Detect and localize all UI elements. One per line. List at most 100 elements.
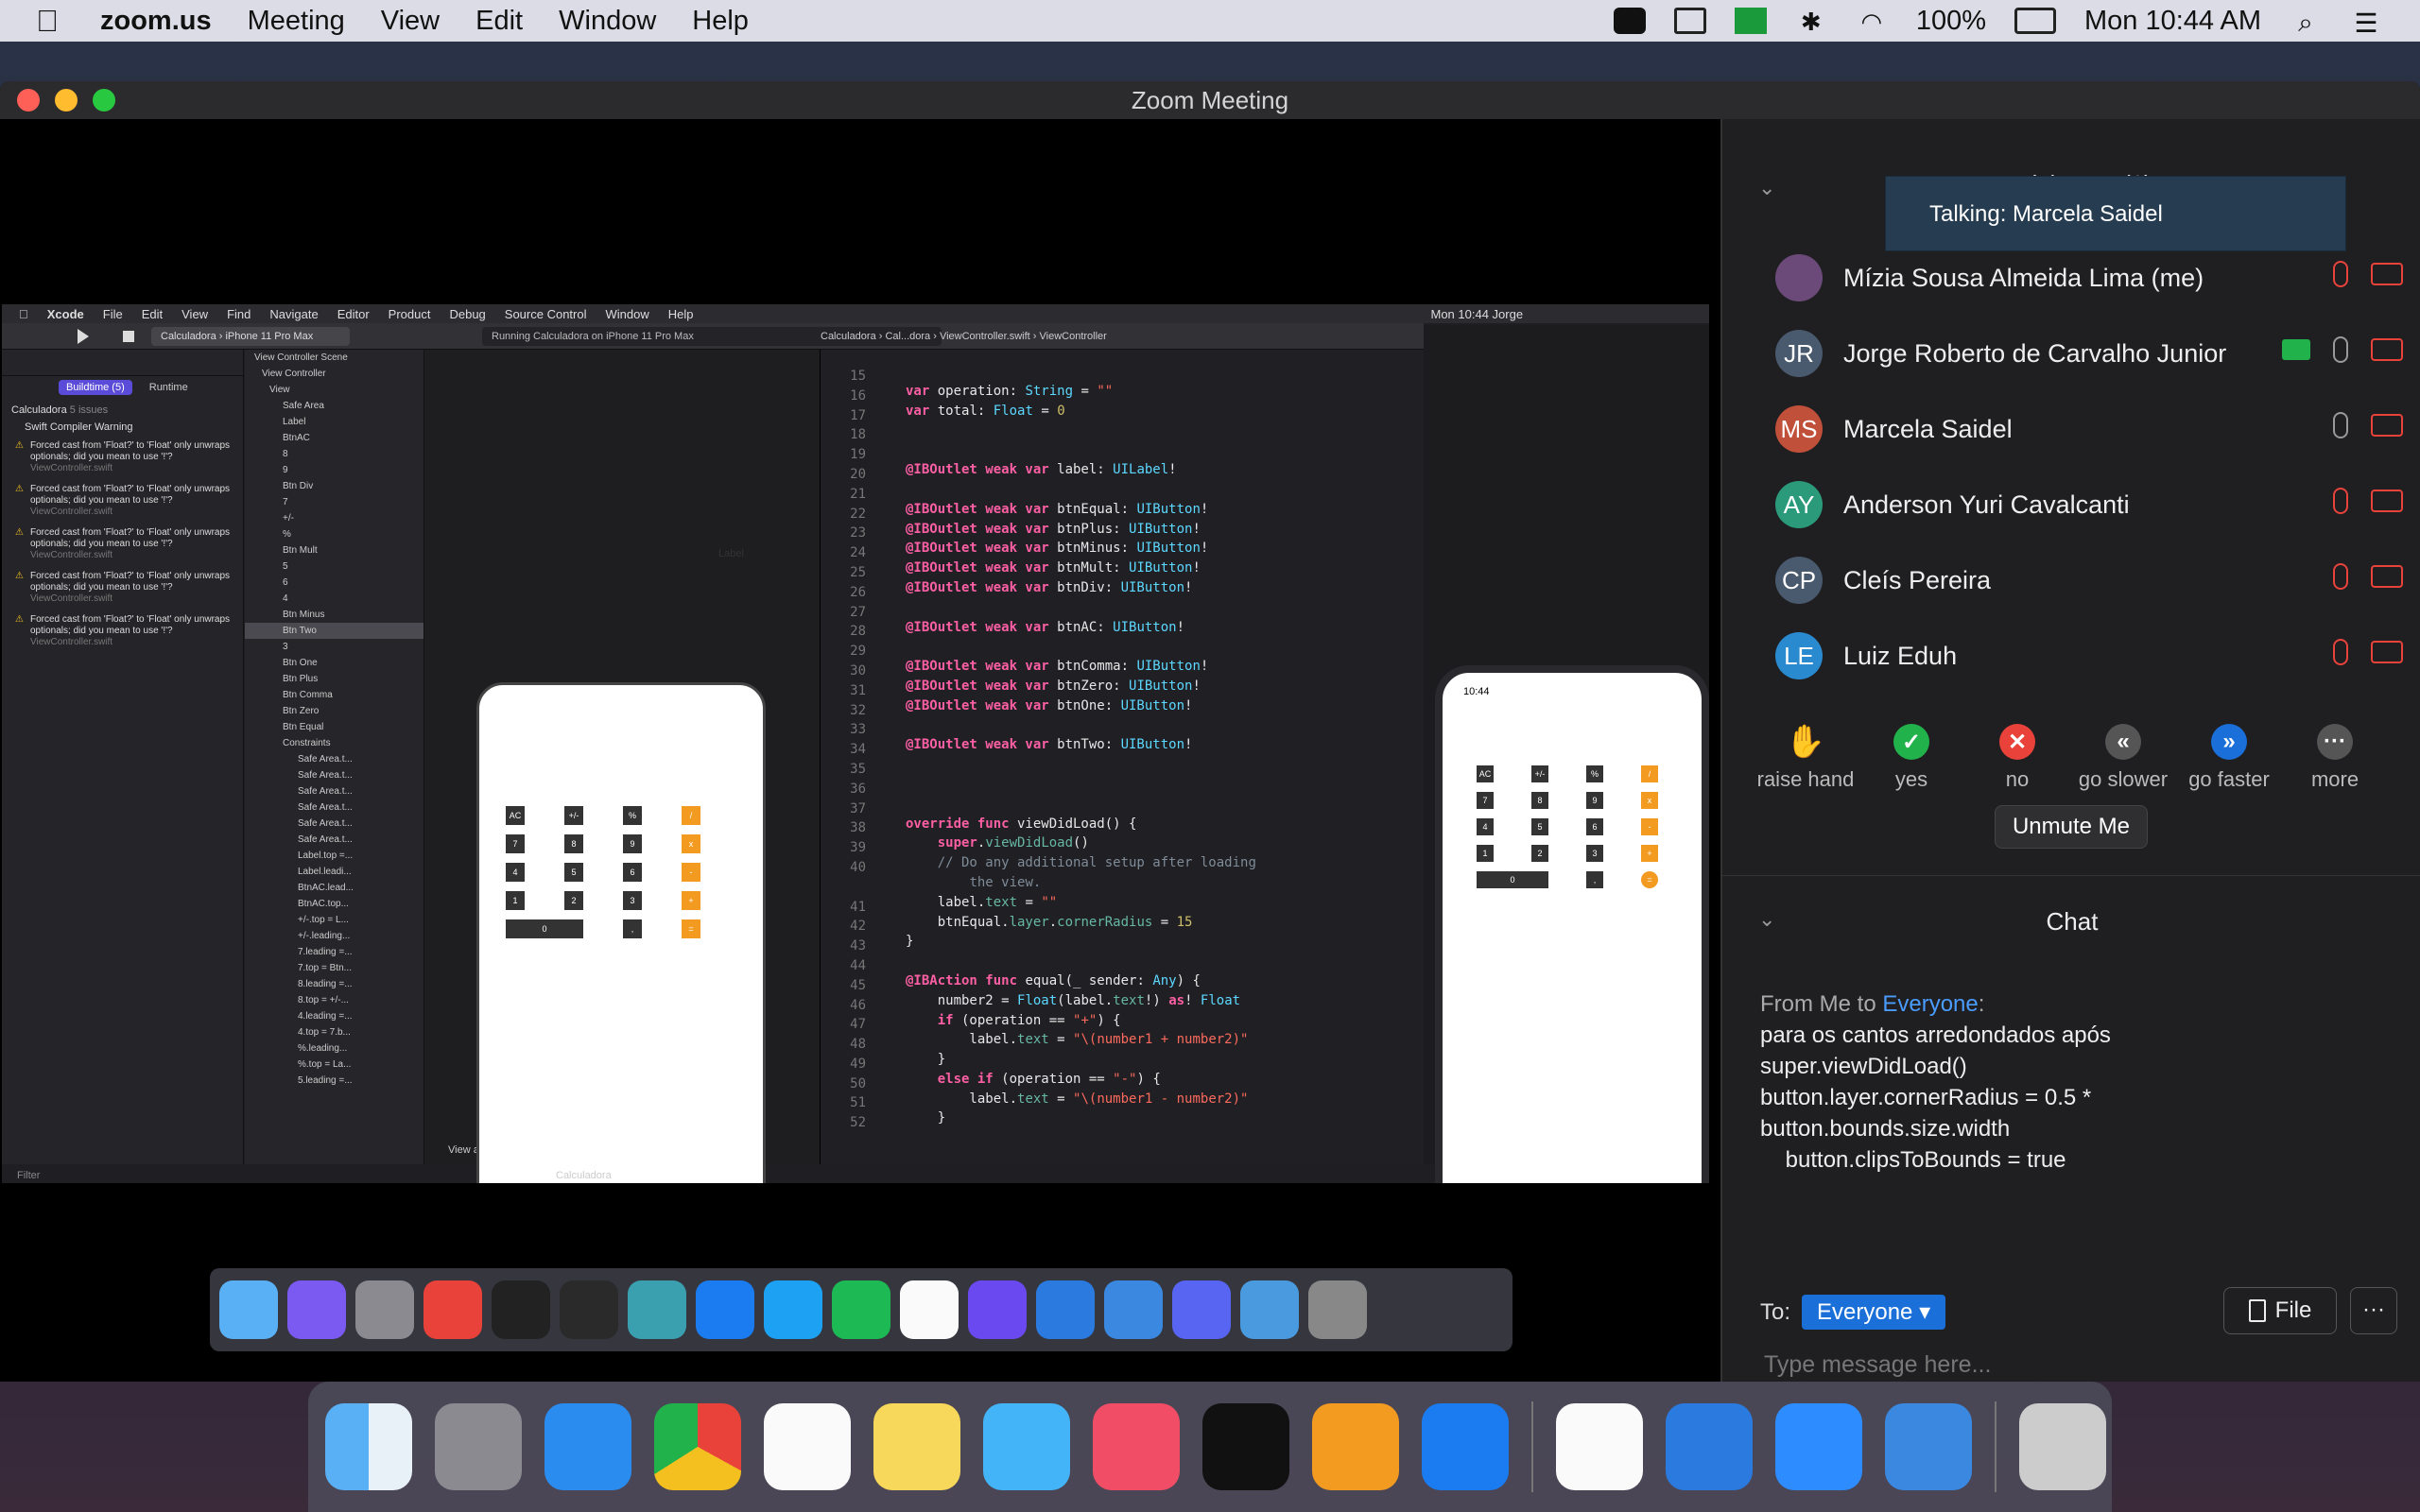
xcode-icon[interactable] xyxy=(1666,1403,1753,1490)
microphone-icon[interactable] xyxy=(2333,412,2348,438)
shared-dock-app-icon xyxy=(1240,1280,1299,1339)
input-source-flag-icon[interactable] xyxy=(1734,8,1767,34)
bluetooth-icon[interactable]: ✱ xyxy=(1795,8,1827,36)
slack-icon[interactable] xyxy=(1556,1403,1643,1490)
video-off-icon[interactable] xyxy=(2371,641,2403,663)
video-off-icon[interactable] xyxy=(2371,338,2403,361)
participant-row[interactable]: LE Luiz Eduh xyxy=(1722,618,2420,694)
calculator-button: + xyxy=(1641,845,1658,862)
xcode-scheme-selector: Calculadora › iPhone 11 Pro Max xyxy=(151,327,350,346)
menu-meeting[interactable]: Meeting xyxy=(248,6,345,37)
zoom-icon[interactable] xyxy=(1775,1403,1862,1490)
line-number: 38 xyxy=(850,820,866,836)
muted-microphone-icon[interactable] xyxy=(2333,639,2348,665)
app-store-icon[interactable] xyxy=(1422,1403,1509,1490)
close-window-button[interactable] xyxy=(17,89,40,112)
calculator-button: 5 xyxy=(1531,818,1548,835)
runtime-tab: Runtime xyxy=(148,382,188,393)
wifi-icon[interactable]: ◠ xyxy=(1856,8,1888,36)
apple-icon[interactable]:  xyxy=(36,4,74,39)
line-number: 52 xyxy=(850,1115,866,1131)
menu-app-name[interactable]: zoom.us xyxy=(100,6,212,37)
books-icon[interactable] xyxy=(1312,1403,1399,1490)
participant-name: Cleís Pereira xyxy=(1843,565,1992,594)
video-off-icon[interactable] xyxy=(2371,263,2403,285)
simulator-icon[interactable] xyxy=(1885,1403,1972,1490)
muted-microphone-icon[interactable] xyxy=(2333,488,2348,514)
more-reactions-button[interactable]: ··· more xyxy=(2278,724,2392,792)
participant-row[interactable]: MS Marcela Saidel xyxy=(1722,391,2420,467)
calculator-button: = xyxy=(682,919,700,938)
chrome-icon[interactable] xyxy=(654,1403,741,1490)
outline-item: Label xyxy=(283,417,306,427)
shared-dock-app-icon xyxy=(900,1280,959,1339)
chat-more-button[interactable]: ··· xyxy=(2350,1287,2397,1334)
outline-item: Safe Area.t... xyxy=(298,802,353,813)
zoom-window-button[interactable] xyxy=(93,89,115,112)
issue-item: ⚠ Forced cast from 'Float?' to 'Float' on… xyxy=(15,571,231,604)
control-center-icon[interactable]: ☰ xyxy=(2350,8,2382,38)
go-slower-button[interactable]: «go slower xyxy=(2066,724,2180,792)
calculator-button: 4 xyxy=(506,863,525,882)
participant-row[interactable]: JR Jorge Roberto de Carvalho Junior xyxy=(1722,316,2420,391)
outline-item: 4.top = 7.b... xyxy=(298,1027,351,1038)
spotlight-search-icon[interactable]: ⌕ xyxy=(2290,8,2322,37)
video-off-icon[interactable] xyxy=(2371,490,2403,512)
minimize-window-button[interactable] xyxy=(55,89,78,112)
to-label: To: xyxy=(1760,1298,1791,1325)
muted-microphone-icon[interactable] xyxy=(2333,563,2348,590)
participant-row[interactable]: AY Anderson Yuri Cavalcanti xyxy=(1722,467,2420,542)
microphone-icon[interactable] xyxy=(2333,336,2348,363)
muted-microphone-icon[interactable] xyxy=(2333,261,2348,287)
music-icon[interactable] xyxy=(1093,1403,1180,1490)
calculator-button: + xyxy=(682,891,700,910)
outline-item: Btn Div xyxy=(283,481,314,491)
airplay-icon[interactable] xyxy=(1673,8,1706,34)
go-faster-button[interactable]: » go faster xyxy=(2172,724,2286,792)
outline-item: Safe Area xyxy=(283,401,324,411)
messages-icon[interactable] xyxy=(983,1403,1070,1490)
finder-icon[interactable] xyxy=(325,1403,412,1490)
apple-tv-icon[interactable] xyxy=(1202,1403,1289,1490)
launchpad-icon[interactable] xyxy=(435,1403,522,1490)
calculator-button: - xyxy=(682,863,700,882)
unmute-me-button[interactable]: Unmute Me xyxy=(1995,805,2148,849)
storyboard-phone: AC +/-% / 7 8 9 x 4 5 6 - 1 2 3 +0, = xyxy=(476,682,766,1183)
video-off-icon[interactable] xyxy=(2371,565,2403,588)
avatar: AY xyxy=(1775,481,1823,528)
zoom-status-icon[interactable] xyxy=(1613,8,1646,34)
file-button[interactable]: File xyxy=(2223,1287,2337,1334)
menu-clock[interactable]: Mon 10:44 AM xyxy=(2084,6,2261,37)
participants-collapse-chevron-icon[interactable]: ⌄ xyxy=(1758,176,1775,200)
calculator-button: 9 xyxy=(1586,792,1603,809)
shared-dock-app-icon xyxy=(219,1280,278,1339)
video-off-icon[interactable] xyxy=(2371,414,2403,437)
participant-row[interactable]: CP Cleís Pereira xyxy=(1722,542,2420,618)
battery-icon[interactable] xyxy=(2014,8,2056,34)
menu-edit[interactable]: Edit xyxy=(475,6,523,37)
menu-help[interactable]: Help xyxy=(692,6,749,37)
no-button[interactable]: ✕ no xyxy=(1961,724,2074,792)
line-number: 35 xyxy=(850,761,866,777)
line-number: 48 xyxy=(850,1037,866,1053)
line-number: 31 xyxy=(850,682,866,698)
line-number: 36 xyxy=(850,781,866,797)
xcode-apple-icon:  xyxy=(19,307,28,321)
trash-icon[interactable] xyxy=(2019,1403,2106,1490)
chat-line: button.bounds.size.width xyxy=(1760,1116,2011,1142)
window-title: Zoom Meeting xyxy=(1131,85,1289,114)
calendar-icon[interactable] xyxy=(764,1403,851,1490)
shared-screen:  Xcode File Edit View Find Navigate Edi… xyxy=(0,119,1720,1382)
issue-item: ⚠ Forced cast from 'Float?' to 'Float' on… xyxy=(15,440,231,473)
xcode-menu-item: Help xyxy=(659,306,694,321)
raise-hand-button[interactable]: ✋ raise hand xyxy=(1749,724,1862,792)
menu-view[interactable]: View xyxy=(381,6,440,37)
recipient-dropdown[interactable]: Everyone ▾ xyxy=(1802,1295,1946,1330)
outline-item: 4 xyxy=(283,593,288,604)
outline-item: BtnAC.top... xyxy=(298,899,349,909)
menu-window[interactable]: Window xyxy=(559,6,656,37)
yes-button[interactable]: ✓ yes xyxy=(1855,724,1968,792)
notes-icon[interactable] xyxy=(873,1403,960,1490)
safari-icon[interactable] xyxy=(544,1403,631,1490)
chat-message-input[interactable]: Type message here... xyxy=(1764,1351,1991,1379)
